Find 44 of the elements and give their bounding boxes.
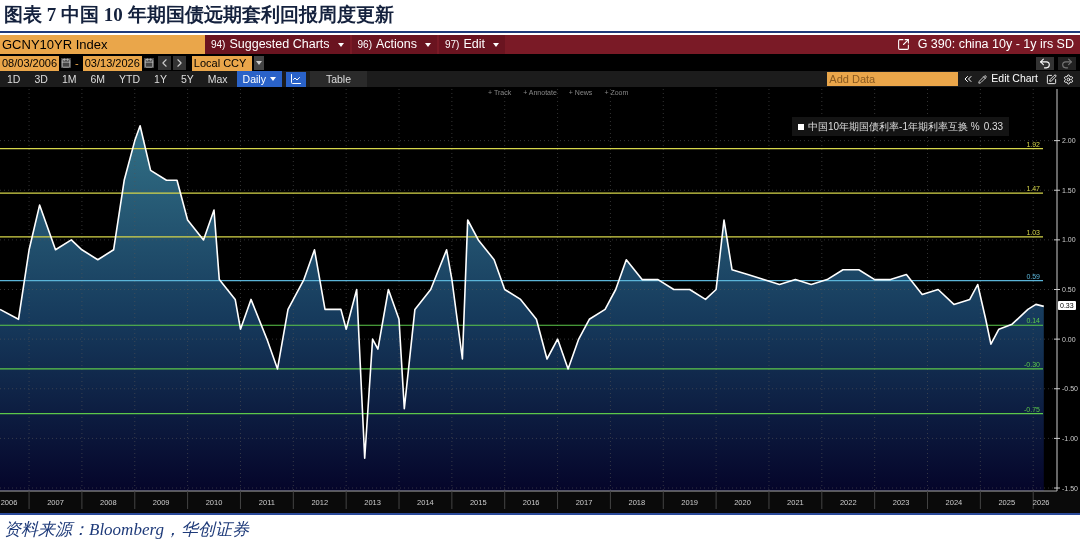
menu-button[interactable]: 96) Actions [351, 35, 439, 54]
date-separator: - [74, 55, 80, 71]
legend-swatch [798, 123, 804, 130]
line-chart-button[interactable] [285, 71, 306, 87]
external-link-icon[interactable] [896, 38, 910, 51]
add-data-field[interactable]: Add Data [827, 72, 959, 86]
chevron-right-icon[interactable] [172, 56, 186, 70]
edit-icon[interactable] [1046, 73, 1057, 85]
source-note: 资料来源：Bloomberg，华创证券 [4, 519, 249, 542]
redo-icon[interactable] [1058, 56, 1076, 70]
range-button[interactable]: 3D [27, 71, 55, 87]
pencil-icon [978, 74, 988, 84]
range-button[interactable]: 6M [83, 71, 113, 87]
security-field[interactable]: GCNY10YR Index [0, 35, 205, 54]
legend-value: 0.33 [983, 120, 1004, 134]
caret-icon [269, 77, 276, 81]
range-button[interactable]: Max [200, 71, 235, 87]
caret-icon [255, 61, 262, 65]
menu-button[interactable]: 94) Suggested Charts [205, 35, 352, 54]
caret-icon [492, 42, 499, 47]
range-button[interactable]: 1Y [147, 71, 174, 87]
caret-icon [337, 42, 344, 47]
legend-text: 中国10年期国债利率-1年期利率互换 % [808, 120, 980, 134]
frequency-dropdown[interactable]: Daily [236, 71, 282, 87]
undo-icon[interactable] [1036, 56, 1054, 70]
start-date-field[interactable]: 08/03/2006 [0, 55, 60, 71]
figure-title: 图表 7 中国 10 年期国债远期套利回报周度更新 [4, 3, 394, 28]
menu-button[interactable]: 97) Edit [438, 35, 507, 54]
edit-chart-button[interactable]: Edit Chart [978, 71, 1038, 87]
view-tab[interactable]: Table [309, 71, 368, 87]
range-button[interactable]: YTD [112, 71, 148, 87]
range-button[interactable]: 1M [54, 71, 84, 87]
range-button[interactable]: 5Y [173, 71, 201, 87]
chevron-left-icon[interactable] [157, 56, 171, 70]
line-chart-icon [289, 73, 302, 85]
calendar-icon[interactable] [143, 58, 154, 68]
end-date-field[interactable]: 03/13/2026 [82, 55, 142, 71]
function-title: G 390: china 10y - 1y irs SD [917, 36, 1075, 53]
calendar-icon[interactable] [61, 58, 72, 68]
range-button[interactable]: 1D [0, 71, 28, 87]
currency-dropdown[interactable]: Local CCY [191, 55, 252, 71]
settings-icon[interactable] [1063, 73, 1074, 85]
caret-icon [424, 42, 431, 47]
collapse-icon[interactable] [962, 73, 975, 85]
